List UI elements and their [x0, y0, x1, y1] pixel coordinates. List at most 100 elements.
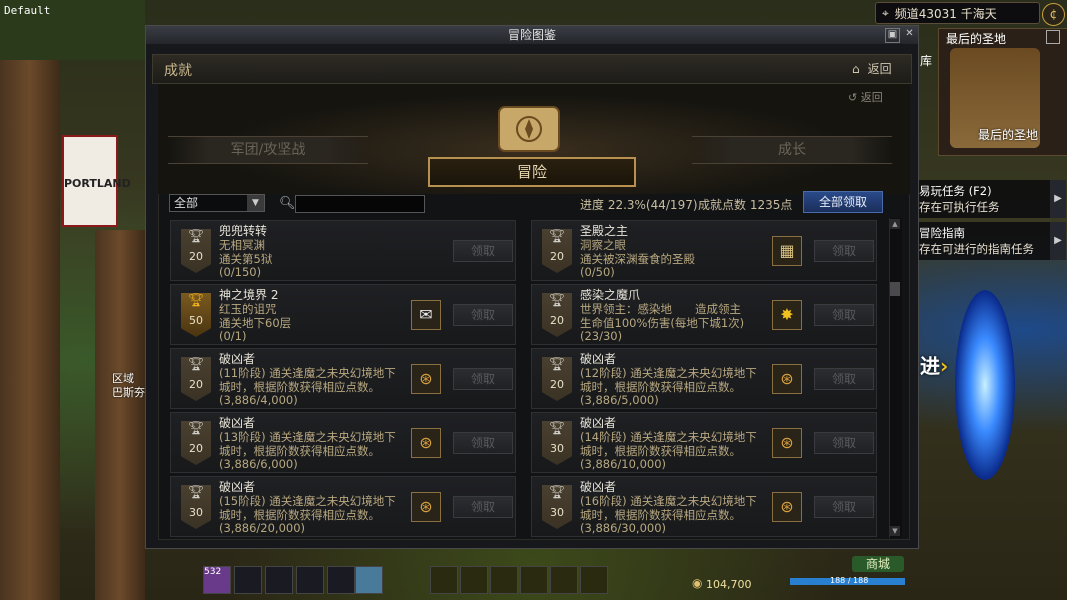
- mp-text: 188 / 188: [830, 576, 869, 585]
- map-icon[interactable]: ▦: [772, 236, 802, 266]
- emblem-icon[interactable]: ⊛: [772, 364, 802, 394]
- skill-slot[interactable]: [460, 566, 488, 594]
- sign-partial: 库: [920, 54, 933, 68]
- gold-amount: 104,700: [706, 578, 752, 591]
- home-icon: ⌂: [852, 61, 860, 76]
- shop-label: 商城: [865, 557, 890, 571]
- emblem-icon[interactable]: ⊛: [772, 492, 802, 522]
- scroll-note-icon[interactable]: ✉: [411, 300, 441, 330]
- trophy-icon: 🏆︎: [548, 229, 566, 244]
- achievement-card: 🏆︎ 20 兜兜转转 无相冥渊 通关第5狱 (0/150) 领取: [170, 220, 516, 281]
- section-title: 成就: [164, 63, 192, 79]
- claim-button[interactable]: 领取: [453, 304, 513, 326]
- trophy-icon: 🏆︎: [187, 421, 205, 436]
- scroll-thumb[interactable]: [890, 282, 900, 296]
- gold-coin-icon: ◉: [692, 576, 703, 590]
- trophy-badge: 🏆︎ 20: [542, 357, 572, 401]
- trophy-icon: 🏆︎: [187, 229, 205, 244]
- quest-subtitle: 存在可执行任务: [919, 200, 1000, 214]
- search-input[interactable]: [295, 195, 425, 213]
- skill-slot[interactable]: [234, 566, 262, 594]
- portal[interactable]: [955, 290, 1015, 480]
- scroll-down-icon[interactable]: ▼: [890, 526, 900, 536]
- achievement-card: 🏆︎ 20 圣殿之主 洞察之眼 通关被深渊蚕食的圣殿 (0/50) ▦ 领取: [531, 220, 877, 281]
- tab-growth[interactable]: 成长: [692, 136, 892, 164]
- emblem-icon[interactable]: ⊛: [411, 492, 441, 522]
- quest-subtitle: 存在可进行的指南任务: [919, 242, 1034, 256]
- skill-count: 532: [204, 567, 222, 577]
- quest-expand-icon[interactable]: ▶: [1050, 180, 1066, 218]
- skill-slot[interactable]: [490, 566, 518, 594]
- back-small-label: 返回: [860, 91, 883, 104]
- achievement-card: 🏆︎ 20 破凶者 (11阶段) 通关逢魔之未央幻境地下 城时，根据阶数获得相应点数。(…: [170, 348, 516, 409]
- achievement-card: 🏆︎ 30 破凶者 (14阶段) 通关逢魔之未央幻境地下 城时，根据阶数获得相应点数。(…: [531, 412, 877, 473]
- trophy-badge: 🏆︎ 20: [542, 229, 572, 273]
- achievement-progress: (0/150): [219, 265, 262, 279]
- tree-trunk-left-2: [95, 230, 145, 600]
- skill-slot[interactable]: [520, 566, 548, 594]
- achievement-points: 20: [550, 314, 564, 327]
- shop-button[interactable]: 商城: [852, 556, 904, 572]
- scroll-compass-icon: [498, 106, 560, 152]
- window-minimize-button[interactable]: ▣: [885, 28, 900, 43]
- npc-line1: 区域: [112, 372, 134, 385]
- claim-button[interactable]: 领取: [453, 368, 513, 390]
- achievement-card: 🏆︎ 30 破凶者 (16阶段) 通关逢魔之未央幻境地下 城时，根据阶数获得相应点数。(…: [531, 476, 877, 537]
- skill-slot[interactable]: [327, 566, 355, 594]
- quest-item-guide[interactable]: 冒险指南 存在可进行的指南任务: [915, 222, 1050, 260]
- tab-adventure[interactable]: 冒险: [428, 157, 636, 187]
- minimap-toggle-button[interactable]: [1046, 30, 1060, 44]
- coin-icon[interactable]: ¢: [1042, 3, 1065, 26]
- burst-icon[interactable]: ✸: [772, 300, 802, 330]
- window-close-button[interactable]: ✕: [903, 28, 916, 41]
- claim-button[interactable]: 领取: [453, 432, 513, 454]
- scrollbar[interactable]: [889, 218, 902, 538]
- npc-line2: 巴斯夯: [112, 386, 145, 399]
- tab-raid[interactable]: 军团/攻坚战: [168, 136, 368, 164]
- portal-text: 进: [920, 354, 940, 378]
- trophy-icon: 🏆︎: [187, 357, 205, 372]
- skill-slot[interactable]: [265, 566, 293, 594]
- npc-label[interactable]: 区域 巴斯夯: [112, 372, 145, 400]
- points-text: 成就点数 1235点: [698, 198, 793, 212]
- portland-banner: PORTLAND: [62, 135, 131, 227]
- achievement-progress: (0/1): [219, 329, 247, 343]
- achievement-points: 50: [189, 314, 203, 327]
- skill-slot[interactable]: [580, 566, 608, 594]
- portland-text: PORTLAND: [64, 177, 131, 190]
- chevron-down-icon[interactable]: ▼: [247, 195, 264, 211]
- back-small-button[interactable]: ↺ 返回: [848, 89, 883, 105]
- portal-enter-label[interactable]: 进›: [920, 350, 948, 379]
- trophy-icon: 🏆︎: [548, 421, 566, 436]
- trophy-badge: 🏆︎ 30: [542, 485, 572, 529]
- skill-slot[interactable]: [430, 566, 458, 594]
- emblem-icon[interactable]: ⊛: [411, 428, 441, 458]
- arrow-right-icon: ›: [940, 354, 949, 378]
- section-header: [152, 54, 912, 84]
- claim-button[interactable]: 领取: [814, 240, 874, 262]
- achievement-card: 🏆︎ 20 破凶者 (12阶段) 通关逢魔之未央幻境地下 城时，根据阶数获得相应点数。(…: [531, 348, 877, 409]
- emblem-icon[interactable]: ⊛: [411, 364, 441, 394]
- claim-button[interactable]: 领取: [814, 368, 874, 390]
- skill-slot[interactable]: 532: [203, 566, 231, 594]
- skill-slot[interactable]: [355, 566, 383, 594]
- claim-button[interactable]: 领取: [814, 432, 874, 454]
- skill-slot[interactable]: [550, 566, 578, 594]
- achievement-points: 30: [550, 506, 564, 519]
- tab-raid-label: 军团/攻坚战: [230, 142, 306, 158]
- achievement-points: 20: [189, 442, 203, 455]
- claim-button[interactable]: 领取: [814, 496, 874, 518]
- quest-expand-icon[interactable]: ▶: [1050, 222, 1066, 260]
- claim-all-button[interactable]: 全部领取: [803, 191, 883, 213]
- scroll-up-icon[interactable]: ▲: [890, 219, 900, 229]
- skill-slot[interactable]: [296, 566, 324, 594]
- emblem-icon[interactable]: ⊛: [772, 428, 802, 458]
- minimap-title: 最后的圣地: [946, 32, 1007, 46]
- achievement-progress: (3,886/6,000): [219, 457, 298, 471]
- claim-button[interactable]: 领取: [453, 240, 513, 262]
- channel-indicator[interactable]: ⌖ 频道43031 千海天: [875, 2, 1040, 24]
- back-button[interactable]: ⌂ 返回: [852, 60, 892, 77]
- claim-button[interactable]: 领取: [453, 496, 513, 518]
- quest-item-easy[interactable]: 易玩任务 (F2) 存在可执行任务: [915, 180, 1050, 218]
- claim-button[interactable]: 领取: [814, 304, 874, 326]
